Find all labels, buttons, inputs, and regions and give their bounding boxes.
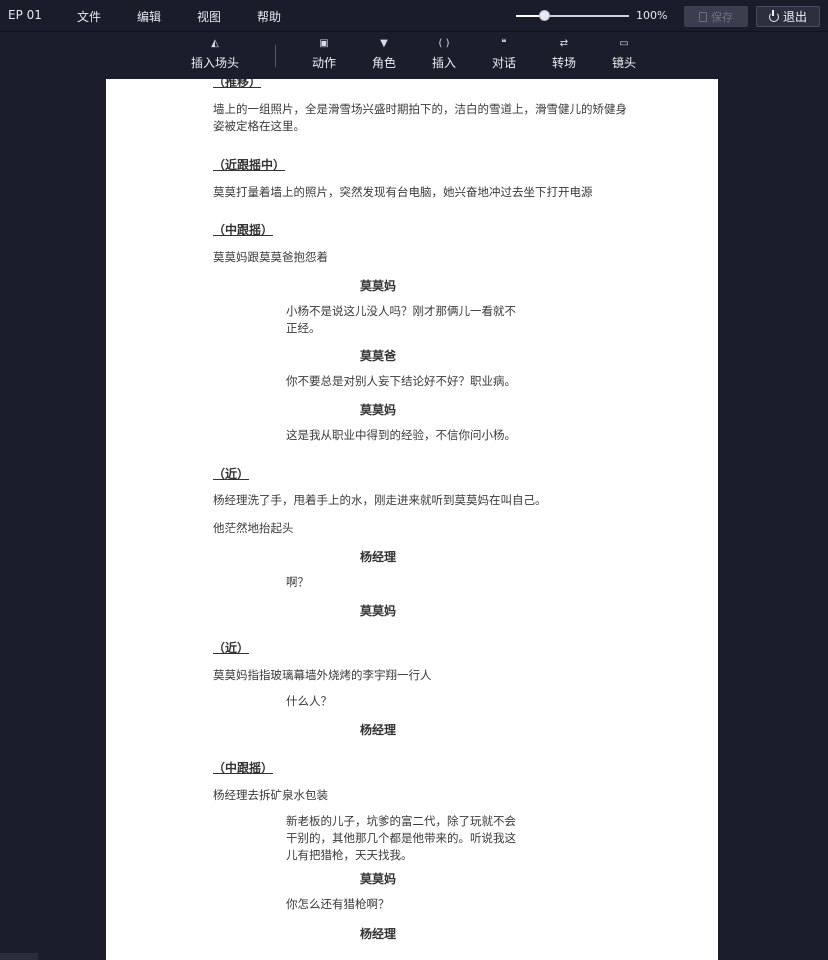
- exit-button[interactable]: 退出: [756, 6, 820, 27]
- dialogue-button[interactable]: ❝ 对话: [474, 37, 534, 71]
- zoom-slider[interactable]: [516, 10, 629, 21]
- menu-view[interactable]: 视图: [197, 8, 221, 25]
- insert-scene-header-button[interactable]: ◭ 插入场头: [185, 37, 245, 71]
- action-line[interactable]: 莫莫妈指指玻璃幕墙外烧烤的李宇翔一行人: [213, 667, 432, 683]
- format-toolbar: ◭ 插入场头 ▣ 动作 ▼ 角色 ( ) 插入 ❝ 对话 ⇄ 转场 ▭ 镜头: [0, 33, 828, 75]
- character-name[interactable]: 莫莫妈: [360, 602, 396, 619]
- shot-heading[interactable]: （中跟摇）: [213, 759, 273, 776]
- save-button[interactable]: 保存: [684, 6, 748, 27]
- status-strip: [0, 953, 38, 960]
- character-name[interactable]: 杨经理: [360, 721, 396, 738]
- action-button[interactable]: ▣ 动作: [294, 37, 354, 71]
- camera-icon: ▭: [619, 38, 629, 49]
- script-page[interactable]: （推移） 墙上的一组照片，全是滑雪场兴盛时期拍下的，洁白的雪道上，滑雪健儿的矫健身…: [106, 79, 718, 960]
- camera-shot-button[interactable]: ▭ 镜头: [594, 37, 654, 71]
- transition-icon: ⇄: [559, 38, 569, 49]
- dialogue-line[interactable]: 你怎么还有猎枪啊？: [286, 896, 390, 913]
- save-button-label: 保存: [711, 10, 733, 24]
- action-icon: ▣: [319, 38, 329, 49]
- zoom-slider-handle[interactable]: [539, 10, 551, 21]
- action-line[interactable]: 莫莫打量着墙上的照片，突然发现有台电脑，她兴奋地冲过去坐下打开电源: [213, 184, 593, 200]
- shot-heading[interactable]: （近）: [213, 639, 249, 656]
- dialogue-line[interactable]: 新老板的儿子，坑爹的富二代，除了玩就不会 干别的，其他那几个都是他带来的。听说我…: [286, 813, 516, 864]
- screenplay-editor-window: EP 01 文件 编辑 视图 帮助 100% 保存 退出 ◭ 插入场头 ▣ 动作: [0, 0, 828, 960]
- action-line[interactable]: 杨经理洗了手，甩着手上的水，刚走进来就听到莫莫妈在叫自己。: [213, 492, 547, 508]
- character-name[interactable]: 杨经理: [360, 925, 396, 942]
- scene-header-icon: ◭: [211, 38, 219, 49]
- dialogue-line[interactable]: 小杨不是说这儿没人吗？刚才那俩儿一看就不 正经。: [286, 303, 516, 337]
- character-name[interactable]: 莫莫妈: [360, 870, 396, 887]
- dialogue-icon: ❝: [501, 38, 507, 49]
- shot-heading[interactable]: （近跟摇中）: [213, 156, 285, 173]
- menu-file[interactable]: 文件: [77, 8, 101, 25]
- menu-help[interactable]: 帮助: [257, 8, 281, 25]
- menu-bar: EP 01 文件 编辑 视图 帮助 100% 保存 退出: [0, 0, 828, 32]
- character-icon: ▼: [380, 38, 388, 49]
- action-line[interactable]: 墙上的一组照片，全是滑雪场兴盛时期拍下的，洁白的雪道上，滑雪健儿的矫健身 姿被定…: [213, 101, 627, 135]
- dialogue-line[interactable]: 这是我从职业中得到的经验，不信你问小杨。: [286, 427, 516, 444]
- dialogue-line[interactable]: 什么人？: [286, 693, 332, 710]
- action-line[interactable]: 他茫然地抬起头: [213, 520, 294, 536]
- dialogue-line[interactable]: 啊？: [286, 574, 309, 591]
- character-name[interactable]: 莫莫妈: [360, 401, 396, 418]
- character-name[interactable]: 杨经理: [360, 548, 396, 565]
- menu-edit[interactable]: 编辑: [137, 8, 161, 25]
- character-name[interactable]: 莫莫妈: [360, 277, 396, 294]
- shot-heading[interactable]: （推移）: [213, 79, 261, 90]
- character-name[interactable]: 莫莫爸: [360, 347, 396, 364]
- zoom-level-label: 100%: [636, 9, 668, 22]
- save-icon: [699, 11, 707, 22]
- transition-button[interactable]: ⇄ 转场: [534, 37, 594, 71]
- exit-button-label: 退出: [782, 10, 807, 24]
- document-area[interactable]: （推移） 墙上的一组照片，全是滑雪场兴盛时期拍下的，洁白的雪道上，滑雪健儿的矫健身…: [0, 75, 828, 960]
- character-button[interactable]: ▼ 角色: [354, 37, 414, 71]
- action-line[interactable]: 莫莫妈跟莫莫爸抱怨着: [213, 249, 328, 265]
- shot-heading[interactable]: （中跟摇）: [213, 221, 273, 238]
- power-icon: [768, 9, 779, 22]
- episode-selector[interactable]: EP 01: [8, 8, 42, 22]
- parenthetical-icon: ( ): [438, 38, 450, 49]
- dialogue-line[interactable]: 你不要总是对别人妄下结论好不好？职业病。: [286, 373, 516, 390]
- toolbar-divider: [275, 45, 276, 67]
- action-line[interactable]: 杨经理去拆矿泉水包装: [213, 787, 328, 803]
- parenthetical-button[interactable]: ( ) 插入: [414, 37, 474, 71]
- shot-heading[interactable]: （近）: [213, 465, 249, 482]
